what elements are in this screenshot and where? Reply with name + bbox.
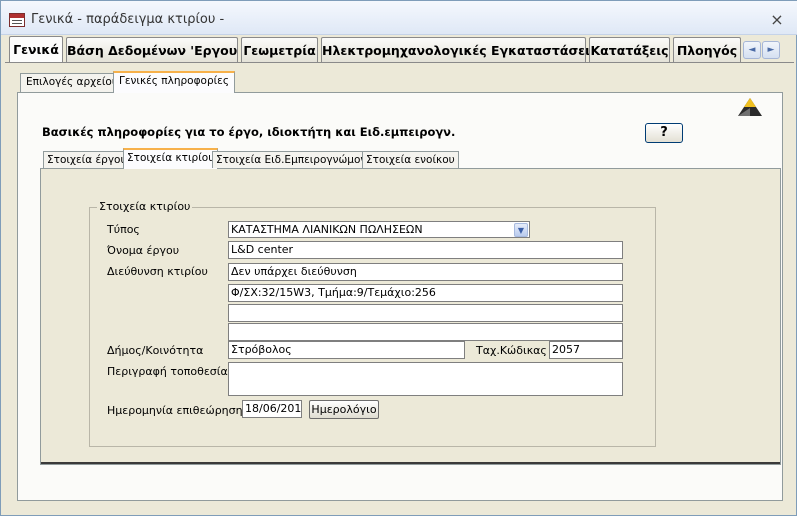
address-line3-field[interactable] (228, 304, 623, 322)
type-value: ΚΑΤΑΣΤΗΜΑ ΛΙΑΝΙΚΩΝ ΠΩΛΗΣΕΩΝ (231, 223, 423, 236)
window-title: Γενικά - παράδειγμα κτιρίου - (31, 12, 225, 27)
group-title: Στοιχεία κτιρίου (97, 200, 193, 213)
title-bar: Γενικά - παράδειγμα κτιρίου - × (1, 1, 797, 35)
tab-strip-divider (5, 62, 794, 63)
tab-scroll-left-button[interactable]: ◄ (743, 41, 761, 59)
app-window: Γενικά - παράδειγμα κτιρίου - × Γενικά Β… (0, 0, 797, 516)
postal-code-field[interactable]: 2057 (549, 341, 623, 359)
close-button[interactable]: × (767, 10, 787, 30)
postal-code-label: Ταχ.Κώδικας (476, 344, 547, 357)
chevron-down-icon[interactable]: ▼ (514, 223, 528, 237)
inspection-date-label: Ημερομηνία επιθεώρησης (107, 404, 250, 417)
calendar-button[interactable]: Ημερολόγιο (309, 400, 379, 419)
tab-file-options[interactable]: Επιλογές αρχείου (20, 73, 124, 92)
address-line4-field[interactable] (228, 323, 623, 341)
form-icon (9, 13, 25, 27)
project-name-label: Όνομα έργου (107, 244, 180, 257)
address-label: Διεύθυνση κτιρίου (107, 265, 208, 278)
type-select[interactable]: ΚΑΤΑΣΤΗΜΑ ΛΙΑΝΙΚΩΝ ΠΩΛΗΣΕΩΝ ▼ (228, 221, 530, 238)
tab-tenant-details[interactable]: Στοιχεία ενοίκου (362, 151, 459, 168)
location-description-label: Περιγραφή τοποθεσίας (107, 365, 235, 378)
tab-navigator[interactable]: Πλοηγός (673, 37, 741, 63)
tab-general[interactable]: Γενικά (9, 36, 63, 63)
municipality-label: Δήμος/Κοινότητα (107, 344, 204, 357)
tab-project-database[interactable]: Βάση Δεδομένων 'Εργου (66, 37, 238, 63)
address-line2-field[interactable]: Φ/ΣΧ:32/15W3, Τμήμα:9/Τεμάχιο:256 (228, 284, 623, 302)
project-name-field[interactable]: L&D center (228, 241, 623, 259)
location-description-field[interactable] (228, 362, 623, 396)
tab-scroll-right-button[interactable]: ► (762, 41, 780, 59)
municipality-field[interactable]: Στρόβολος (228, 341, 465, 359)
tab-building-details[interactable]: Στοιχεία κτιρίου (123, 148, 219, 169)
tab-project-details[interactable]: Στοιχεία έργου (43, 151, 131, 168)
logo-icon (735, 96, 765, 120)
address-line1-field[interactable]: Δεν υπάρχει διεύθυνση (228, 263, 623, 281)
section-heading: Βασικές πληροφορίες για το έργο, ιδιοκτή… (42, 125, 456, 139)
tab-electromechanical[interactable]: Ηλεκτρομηχανολογικές Εγκαταστάσεις (321, 37, 597, 63)
inspection-date-field[interactable]: 18/06/2012 (242, 400, 302, 418)
tab-general-info[interactable]: Γενικές πληροφορίες (113, 71, 235, 93)
tab-classifications[interactable]: Κατατάξεις (589, 37, 670, 63)
type-label: Τύπος (107, 223, 140, 236)
help-button[interactable]: ? (645, 123, 683, 143)
tab-geometry[interactable]: Γεωμετρία (241, 37, 318, 63)
tab-expert-details[interactable]: Στοιχεία Ειδ.Εμπειρογνώμονα (212, 151, 378, 168)
